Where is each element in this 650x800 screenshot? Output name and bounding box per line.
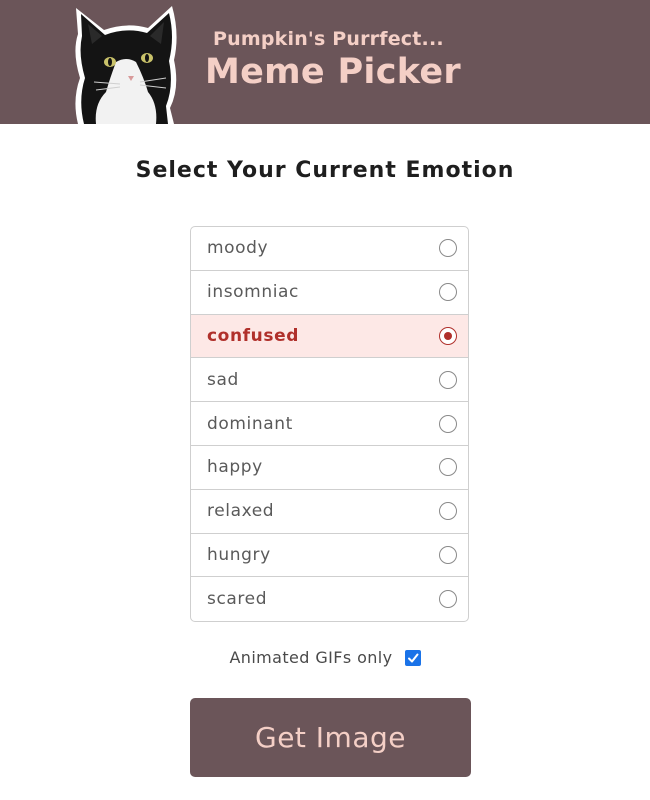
emotion-radio[interactable] [439, 458, 457, 477]
app-title: Meme Picker [205, 52, 461, 92]
emotion-option-happy[interactable]: happy [191, 446, 468, 490]
gif-only-option: Animated GIFs only [0, 648, 650, 667]
emotion-radio[interactable] [439, 370, 457, 389]
cat-logo-icon [75, 6, 177, 124]
gif-only-checkbox[interactable] [404, 649, 421, 666]
emotion-label: hungry [207, 544, 271, 565]
emotion-option-sad[interactable]: sad [191, 358, 468, 403]
app-header: Pumpkin's Purrfect... Meme Picker [0, 0, 650, 124]
emotion-option-dominant[interactable]: dominant [191, 402, 468, 446]
emotion-radio[interactable] [439, 239, 457, 258]
emotion-option-moody[interactable]: moody [191, 227, 468, 271]
meme-picker-page: Pumpkin's Purrfect... Meme Picker Select… [0, 0, 650, 800]
app-subtitle: Pumpkin's Purrfect... [213, 28, 444, 50]
get-image-button[interactable]: Get Image [190, 698, 471, 777]
emotion-radio[interactable] [439, 414, 457, 433]
page-title: Select Your Current Emotion [135, 158, 515, 183]
emotion-label: sad [207, 369, 239, 390]
emotion-label: dominant [207, 413, 293, 434]
gif-only-label: Animated GIFs only [229, 648, 393, 667]
emotion-option-confused[interactable]: confused [191, 314, 468, 359]
emotion-label: confused [207, 325, 299, 346]
emotion-radio[interactable] [439, 545, 457, 564]
emotion-option-insomniac[interactable]: insomniac [191, 271, 468, 315]
emotion-radio[interactable] [439, 283, 457, 302]
checkmark-icon [407, 653, 419, 662]
emotion-radio[interactable] [439, 590, 457, 609]
emotion-label: insomniac [207, 282, 299, 303]
title-block: Pumpkin's Purrfect... Meme Picker [205, 28, 461, 94]
emotion-label: happy [207, 457, 263, 478]
emotion-option-scared[interactable]: scared [191, 577, 468, 621]
emotion-label: relaxed [207, 501, 275, 522]
emotion-option-relaxed[interactable]: relaxed [191, 490, 468, 534]
emotion-option-hungry[interactable]: hungry [191, 534, 468, 578]
emotion-radio[interactable] [439, 326, 457, 345]
emotion-radio-list: moody insomniac confused sad dominant happy re… [190, 226, 469, 623]
radio-dot-icon [444, 331, 452, 340]
emotion-label: moody [207, 238, 269, 259]
emotion-label: scared [207, 589, 268, 610]
emotion-radio[interactable] [439, 502, 457, 521]
